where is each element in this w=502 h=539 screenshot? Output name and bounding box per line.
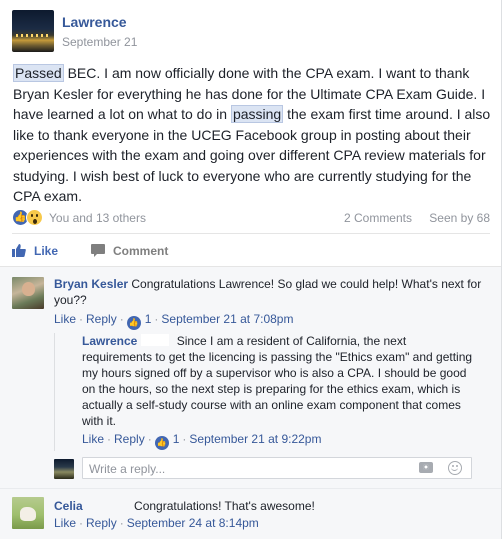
- post-author[interactable]: Lawrence: [62, 14, 127, 30]
- like-label: Like: [34, 244, 59, 258]
- post-body: Passed BEC. I am now officially done wit…: [13, 63, 493, 207]
- comment-author[interactable]: Bryan Kesler: [54, 277, 128, 291]
- reply-like-link[interactable]: Like: [82, 432, 104, 446]
- comment-reply-link[interactable]: Reply: [86, 516, 117, 530]
- emoji-icon[interactable]: [448, 461, 462, 475]
- like-count-icon[interactable]: 👍: [154, 436, 169, 450]
- divider: [0, 488, 501, 489]
- redaction: [86, 499, 127, 511]
- comment-like-link[interactable]: Like: [54, 312, 76, 326]
- comment-label: Comment: [113, 244, 169, 258]
- redaction: [141, 334, 170, 346]
- comment-like-link[interactable]: Like: [54, 516, 76, 530]
- commenter-avatar[interactable]: [12, 277, 44, 309]
- like-count-icon[interactable]: 👍: [126, 316, 141, 330]
- like-button[interactable]: Like: [12, 244, 58, 258]
- seen-by-count[interactable]: Seen by 68: [429, 211, 490, 225]
- reply-reply-link[interactable]: Reply: [114, 432, 145, 446]
- divider: [12, 233, 490, 234]
- comment-text: Congratulations! That's awesome!: [134, 499, 315, 513]
- comments-count[interactable]: 2 Comments: [344, 211, 412, 225]
- comment-like-count[interactable]: 1: [145, 312, 152, 326]
- camera-icon[interactable]: [419, 462, 433, 473]
- comment-timestamp[interactable]: September 21 at 7:08pm: [161, 312, 293, 326]
- reply-placeholder: Write a reply...: [89, 462, 166, 476]
- comment-meta: Like · Reply · 👍 1 · September 21 at 7:08pm: [54, 312, 293, 330]
- reply-input[interactable]: Write a reply...: [82, 457, 472, 479]
- post-stats: 👍 You and 13 others 2 Comments Seen by 6…: [12, 208, 490, 228]
- commenter-avatar[interactable]: [12, 497, 44, 529]
- current-user-avatar: [54, 459, 74, 479]
- search-highlight: passing: [230, 105, 284, 123]
- post-date[interactable]: September 21: [62, 35, 137, 49]
- comment: Celia Congratulations! That's awesome!: [54, 498, 484, 514]
- reply-timestamp[interactable]: September 21 at 9:22pm: [189, 432, 321, 446]
- comment-button[interactable]: Comment: [91, 244, 168, 258]
- comment-author[interactable]: Celia: [54, 499, 83, 513]
- reactions-summary[interactable]: You and 13 others: [49, 211, 146, 225]
- reply-meta: Like · Reply · 👍 1 · September 21 at 9:22pm: [82, 432, 321, 450]
- author-avatar[interactable]: [12, 10, 54, 52]
- search-highlight: Passed: [13, 64, 64, 82]
- wow-reaction-icon[interactable]: [26, 209, 43, 226]
- comment-meta: Like · Reply · September 24 at 8:14pm: [54, 516, 259, 530]
- comment-reply-link[interactable]: Reply: [86, 312, 117, 326]
- reply-author[interactable]: Lawrence: [82, 334, 137, 348]
- comment-timestamp[interactable]: September 24 at 8:14pm: [127, 516, 259, 530]
- reply-comment: Lawrence Since I am a resident of Califo…: [82, 333, 477, 429]
- reply-text: Since I am a resident of California, the…: [82, 334, 473, 428]
- comment-bubble-icon: [91, 244, 105, 257]
- reply-like-count[interactable]: 1: [173, 432, 180, 446]
- reply-thread-line: [54, 333, 55, 451]
- thumbs-up-icon: [12, 244, 26, 257]
- facebook-post: Lawrence September 21 Passed BEC. I am n…: [0, 0, 502, 539]
- comment: Bryan Kesler Congratulations Lawrence! S…: [54, 276, 484, 308]
